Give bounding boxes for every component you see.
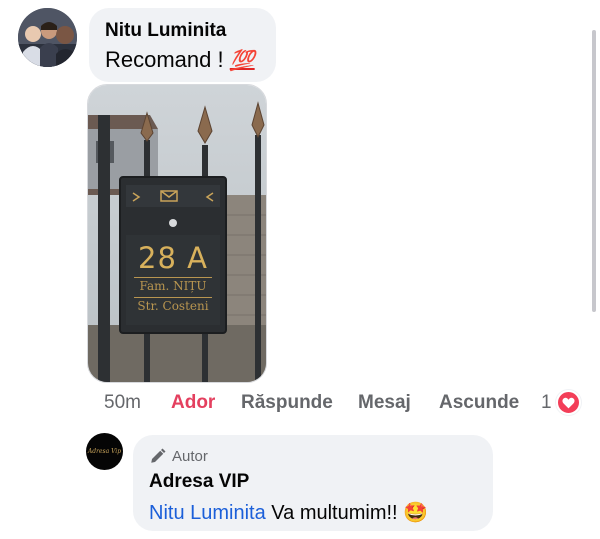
avatar-photo (18, 8, 77, 67)
like-button[interactable]: Ador (171, 390, 215, 416)
plate-line-3: Str. Costeni (134, 297, 212, 314)
pencil-icon (151, 448, 166, 463)
mention-link[interactable]: Nitu Luminita (149, 502, 266, 524)
message-button[interactable]: Mesaj (358, 390, 411, 416)
reply-text: Nitu Luminita Va multumim!! 🤩 (149, 499, 477, 527)
heart-icon (562, 397, 575, 408)
avatar-logo-text: Adresa Vip (87, 448, 122, 455)
hundred-points-icon: 💯 (229, 50, 255, 72)
mailbox-photo-image (88, 85, 266, 382)
comment-author-name[interactable]: Nitu Luminita (105, 19, 260, 42)
comment-actions: 50m Ador Răspunde Mesaj Ascunde 1 (104, 390, 594, 416)
comment-text: Recomand ! 💯 (105, 45, 260, 76)
author-badge-label: Autor (172, 447, 208, 465)
commenter-avatar[interactable] (18, 8, 77, 67)
comment-timestamp[interactable]: 50m (104, 390, 141, 416)
page-avatar[interactable]: Adresa Vip (86, 433, 123, 470)
reply-button[interactable]: Răspunde (241, 390, 333, 416)
reply-bubble: Autor Adresa VIP Nitu Luminita Va multum… (133, 435, 493, 531)
comment-bubble: Nitu Luminita Recomand ! 💯 (89, 8, 276, 82)
reaction-count[interactable]: 1 (541, 390, 552, 416)
comment-photo[interactable]: 28 A Fam. NIȚU Str. Costeni (87, 84, 267, 383)
hide-button[interactable]: Ascunde (439, 390, 519, 416)
comment-text-body: Recomand ! (105, 47, 224, 72)
plate-line-2: Fam. NIȚU (134, 277, 212, 295)
reply-text-body: Va multumim!! (271, 502, 398, 524)
heart-reaction-icon[interactable] (556, 390, 581, 415)
star-struck-emoji-icon: 🤩 (403, 502, 429, 524)
author-badge: Autor (149, 446, 477, 466)
reply-author-name[interactable]: Adresa VIP (149, 469, 477, 495)
plate-number: 28 A (138, 241, 208, 275)
mailbox-plate: 28 A Fam. NIȚU Str. Costeni (126, 241, 220, 314)
scrollbar[interactable] (592, 30, 596, 312)
